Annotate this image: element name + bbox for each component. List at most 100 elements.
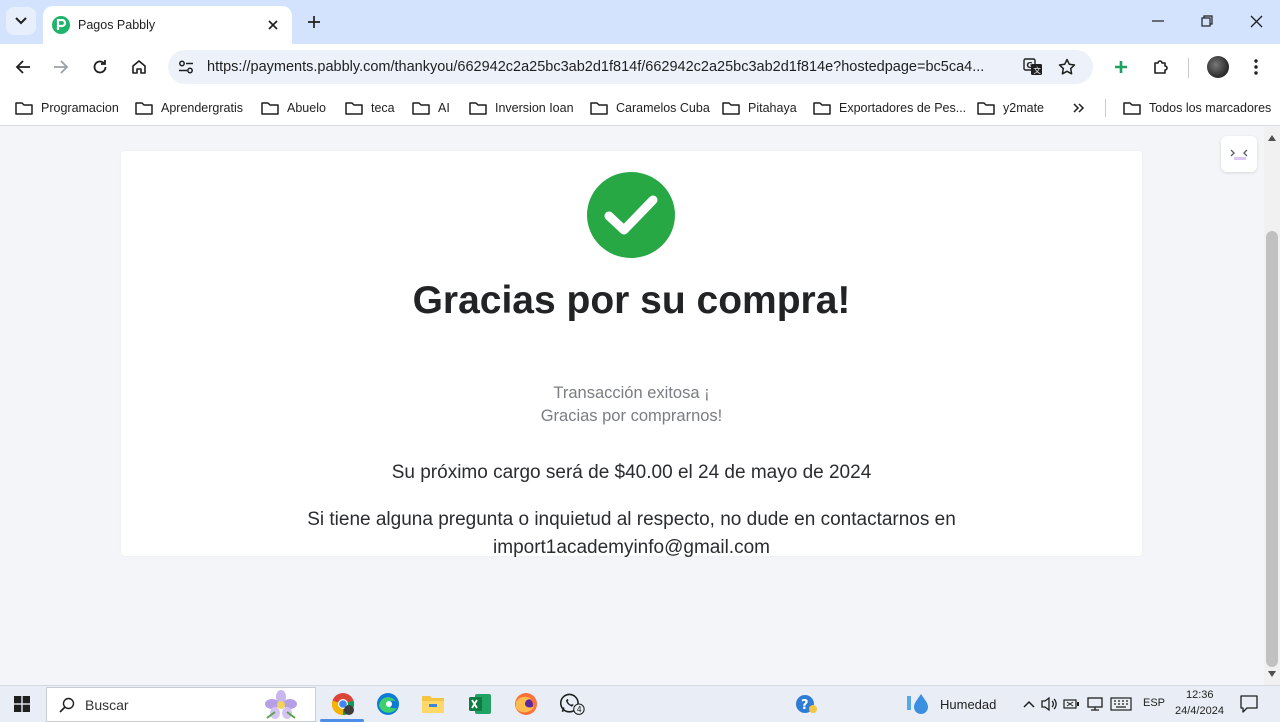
- reload-icon: [93, 60, 107, 74]
- browser-tab[interactable]: Pagos Pabbly: [43, 6, 292, 44]
- minimize-icon: [1152, 20, 1164, 22]
- scroll-down-arrow[interactable]: [1267, 669, 1277, 679]
- bookmarks-bar: Programacion Aprendergratis Abuelo teca …: [0, 90, 1280, 126]
- bookmarks-separator: [1105, 99, 1106, 117]
- bookmark-folder[interactable]: Programacion: [15, 98, 119, 118]
- whatsapp-icon: 4: [559, 693, 585, 715]
- folder-icon: [1123, 102, 1141, 115]
- more-vertical-icon: [1254, 59, 1258, 75]
- keyboard-button[interactable]: [1108, 691, 1134, 717]
- restore-button[interactable]: [1194, 9, 1220, 33]
- network-icon: [1087, 697, 1103, 711]
- network-button[interactable]: [1082, 691, 1108, 717]
- firefox-icon: [515, 693, 537, 715]
- flower-icon: [265, 690, 297, 719]
- clock-date[interactable]: 24/4/2024: [1175, 705, 1224, 717]
- notification-icon: [1240, 695, 1258, 713]
- folder-icon: [722, 102, 740, 115]
- weather-widget[interactable]: [906, 691, 932, 717]
- svg-text:文: 文: [1033, 65, 1041, 75]
- taskbar-excel[interactable]: [467, 691, 493, 717]
- taskbar-file-explorer[interactable]: [420, 691, 446, 717]
- search-label: Buscar: [85, 696, 129, 713]
- close-window-button[interactable]: [1243, 9, 1269, 33]
- arrow-right-icon: [54, 60, 69, 74]
- translate-button[interactable]: G文: [1022, 57, 1044, 77]
- more-bookmarks-button[interactable]: [1073, 98, 1093, 118]
- all-bookmarks-folder[interactable]: Todos los marcadores: [1123, 98, 1271, 118]
- taskbar-edge[interactable]: [375, 691, 401, 717]
- side-widget-button[interactable]: [1221, 136, 1257, 172]
- speaker-icon: [1041, 696, 1057, 712]
- excel-icon: [469, 694, 491, 714]
- taskbar-whatsapp[interactable]: 4: [559, 691, 585, 717]
- edge-icon: [377, 693, 399, 715]
- contact-email[interactable]: import1academyinfo@gmail.com: [121, 537, 1142, 559]
- puzzle-icon: [1154, 60, 1168, 74]
- bookmark-folder[interactable]: y2mate: [977, 98, 1044, 118]
- home-icon: [132, 60, 146, 74]
- bookmark-folder[interactable]: Inversion Ioan: [469, 98, 574, 118]
- folder-icon: [813, 102, 831, 115]
- menu-button[interactable]: [1242, 53, 1270, 81]
- extension-plus-button[interactable]: [1107, 53, 1135, 81]
- new-tab-button[interactable]: [302, 10, 326, 34]
- scroll-thumb[interactable]: [1266, 231, 1278, 667]
- weather-label[interactable]: Humedad: [940, 697, 996, 712]
- profile-avatar[interactable]: [1207, 56, 1229, 78]
- page-title: Gracias por su compra!: [412, 279, 851, 322]
- chrome-icon: [331, 693, 355, 716]
- taskbar-chrome[interactable]: [330, 691, 356, 717]
- plus-icon: [308, 16, 320, 28]
- minimize-button[interactable]: [1145, 9, 1171, 33]
- site-info-button[interactable]: [177, 58, 195, 76]
- bookmark-folder[interactable]: teca: [345, 98, 395, 118]
- thank-you-card: Gracias por su compra! Transacción exito…: [121, 151, 1142, 559]
- close-icon: [268, 20, 278, 30]
- clock-time[interactable]: 12:36: [1186, 689, 1214, 701]
- home-button[interactable]: [125, 53, 153, 81]
- bookmark-folder[interactable]: Exportadores de Pes...: [813, 98, 966, 118]
- toolbar-separator: [1188, 58, 1189, 78]
- chevron-double-right-icon: [1073, 103, 1085, 113]
- url-text[interactable]: https://payments.pabbly.com/thankyou/662…: [207, 59, 1012, 75]
- start-button[interactable]: [14, 696, 30, 717]
- help-icon: ?: [796, 695, 817, 713]
- folder-icon: [469, 102, 487, 115]
- close-tab-button[interactable]: [264, 16, 282, 34]
- folder-icon: [135, 102, 153, 115]
- bookmark-star-button[interactable]: [1056, 57, 1078, 77]
- back-button[interactable]: [9, 53, 37, 81]
- notification-badge: 4: [577, 705, 582, 714]
- bookmark-folder[interactable]: Pitahaya: [722, 98, 797, 118]
- scroll-up-arrow[interactable]: [1267, 133, 1277, 143]
- chevron-up-icon: [1023, 700, 1035, 708]
- translate-icon: G文: [1023, 58, 1042, 75]
- bookmark-folder[interactable]: Abuelo: [261, 98, 326, 118]
- reload-button[interactable]: [86, 53, 114, 81]
- help-tray-button[interactable]: ?: [794, 691, 820, 717]
- star-icon: [1058, 58, 1076, 75]
- notifications-button[interactable]: [1236, 691, 1262, 717]
- page-scrollbar[interactable]: [1264, 127, 1280, 685]
- bookmark-folder[interactable]: Caramelos Cuba: [590, 98, 710, 118]
- close-icon: [1250, 15, 1262, 27]
- address-bar[interactable]: https://payments.pabbly.com/thankyou/662…: [168, 50, 1093, 84]
- forward-button[interactable]: [47, 53, 75, 81]
- taskbar-search[interactable]: Buscar: [46, 687, 316, 722]
- battery-icon: [1063, 699, 1079, 709]
- pabbly-favicon-icon: [52, 16, 70, 34]
- folder-icon: [422, 696, 444, 713]
- windows-taskbar: Buscar 4 ? Humedad ESP 12:36 24/4/2024: [0, 685, 1280, 722]
- extensions-button[interactable]: [1147, 53, 1175, 81]
- windows-icon: [14, 696, 30, 712]
- tune-icon: [179, 60, 193, 74]
- chevron-down-icon: [15, 17, 27, 25]
- browser-toolbar: https://payments.pabbly.com/thankyou/662…: [0, 44, 1280, 90]
- taskbar-firefox[interactable]: [513, 691, 539, 717]
- input-language[interactable]: ESP: [1143, 697, 1165, 709]
- tab-search-button[interactable]: [6, 7, 36, 35]
- bookmark-folder[interactable]: AI: [412, 98, 450, 118]
- folder-icon: [590, 102, 608, 115]
- bookmark-folder[interactable]: Aprendergratis: [135, 98, 243, 118]
